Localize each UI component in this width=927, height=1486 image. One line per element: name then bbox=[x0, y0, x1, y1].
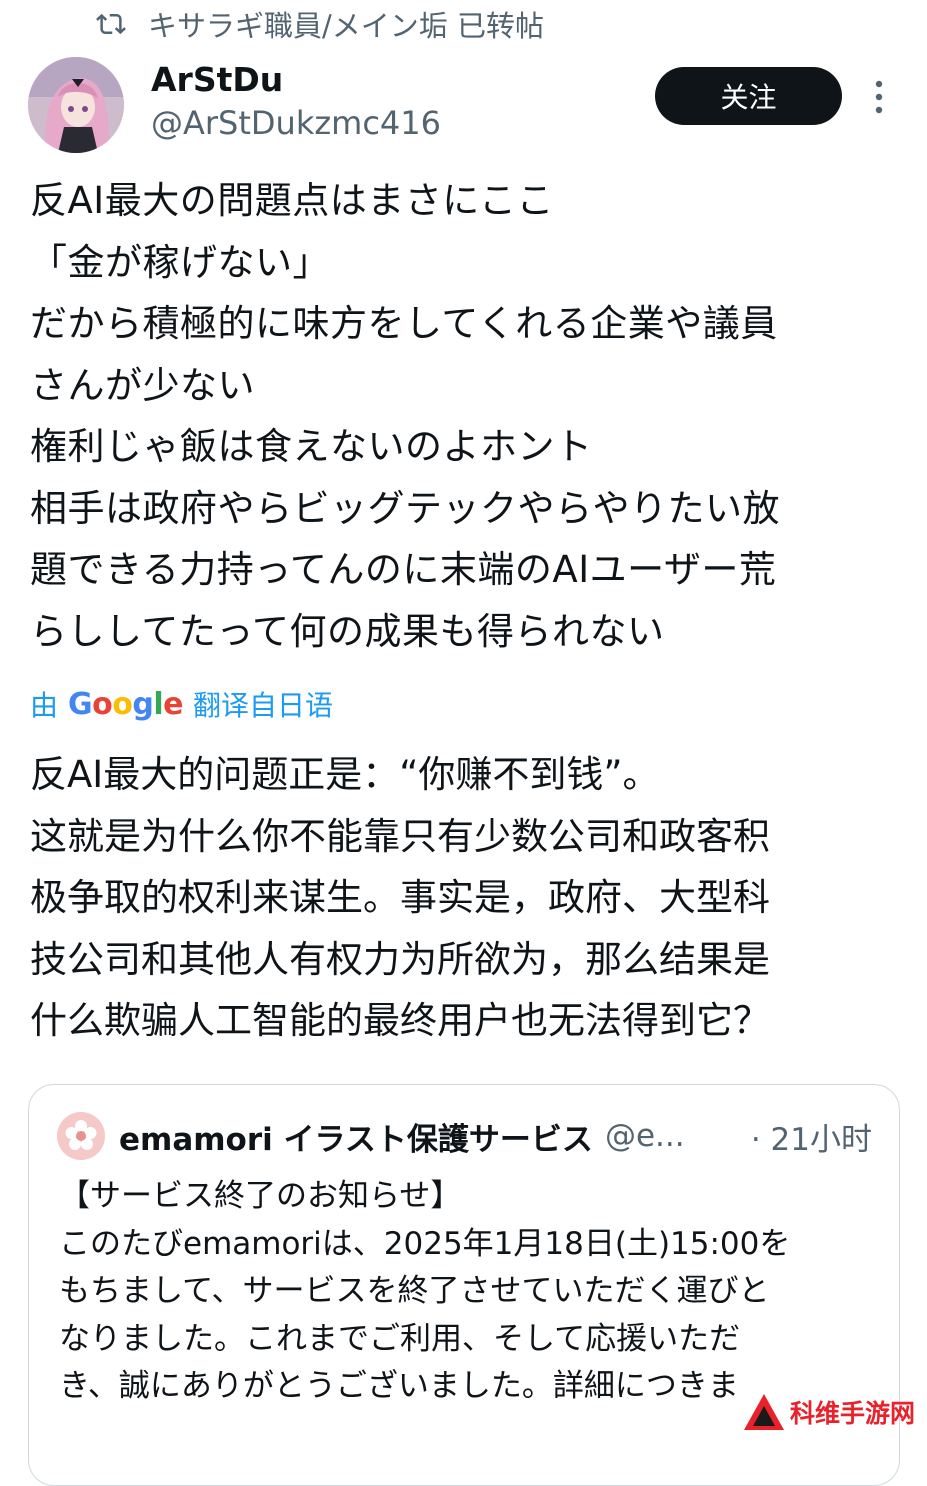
tweet-body: 反AI最大の問題点はまさにここ 「金が稼げない」 だから積極的に味方をしてくれる… bbox=[30, 170, 910, 662]
site-watermark: 科维手游网 bbox=[742, 1388, 927, 1435]
translated-body: 反AI最大的问题正是：“你赚不到钱”。 这就是为什么你不能靠只有少数公司和政客积… bbox=[30, 744, 910, 1052]
google-logo: Google bbox=[68, 686, 184, 722]
translation-attribution[interactable]: 由 Google 翻译自日语 bbox=[30, 682, 333, 726]
quoted-author-avatar[interactable] bbox=[57, 1112, 105, 1160]
quoted-line: なりました。これまでご利用、そして応援いただ bbox=[59, 1320, 741, 1357]
tweet-line: 題できる力持ってんのに末端のAIユーザー荒 bbox=[30, 548, 777, 591]
quoted-tweet-body: 【サービス終了のお知らせ】 このたびemamoriは、2025年1月18日(土)… bbox=[59, 1173, 879, 1411]
tweet-line: 相手は政府やらビッグテックやらやりたい放 bbox=[30, 486, 780, 530]
author-info[interactable]: ArStDu @ArStDukzmc416 bbox=[151, 58, 441, 144]
retweet-icon bbox=[96, 13, 126, 35]
quoted-author-handle: @e... bbox=[604, 1118, 685, 1154]
quoted-line: もちまして、サービスを終了させていただく運びと bbox=[59, 1273, 770, 1309]
tweet-line: らししてたって何の成果も得られない bbox=[30, 609, 665, 653]
translated-line: 反AI最大的问题正是：“你赚不到钱”。 bbox=[30, 753, 660, 796]
watermark-text: 科维手游网 bbox=[790, 1398, 916, 1428]
translated-line: 什么欺骗人工智能的最终用户也无法得到它？ bbox=[30, 999, 770, 1042]
follow-button[interactable]: 关注 bbox=[655, 67, 842, 125]
author-handle[interactable]: @ArStDukzmc416 bbox=[151, 102, 441, 144]
retweet-context[interactable]: キサラギ職員/メイン垢 已转帖 bbox=[96, 2, 544, 46]
quoted-line: 【サービス終了のお知らせ】 bbox=[59, 1178, 462, 1214]
watermark-logo-icon bbox=[744, 1393, 784, 1430]
quoted-tweet-header: emamori イラスト保護サービス @e... · 21小时 bbox=[57, 1111, 872, 1161]
quoted-line: このたびemamoriは、2025年1月18日(土)15:00を bbox=[59, 1225, 791, 1262]
author-display-name[interactable]: ArStDu bbox=[151, 58, 441, 102]
translation-suffix: 翻译自日语 bbox=[193, 689, 334, 722]
retweet-label: キサラギ職員/メイン垢 已转帖 bbox=[148, 9, 544, 43]
tweet-line: 権利じゃ飯は食えないのよホント bbox=[30, 425, 593, 468]
quoted-tweet-time: · 21小时 bbox=[750, 1121, 872, 1158]
tweet-line: だから積極的に味方をしてくれる企業や議員 bbox=[30, 302, 778, 345]
translated-line: 技公司和其他人有权力为所欲为，那么结果是 bbox=[30, 937, 770, 981]
translated-line: 这就是为什么你不能靠只有少数公司和政客积 bbox=[30, 814, 770, 858]
translated-line: 极争取的权利来谋生。事实是，政府、大型科 bbox=[30, 876, 770, 919]
translation-prefix: 由 bbox=[30, 689, 59, 722]
tweet-line: 「金が稼げない」 bbox=[30, 240, 330, 284]
avatar-illustration bbox=[28, 57, 124, 153]
tweet-line: 反AI最大の問題点はまさにここ bbox=[30, 179, 554, 222]
author-avatar[interactable] bbox=[28, 57, 124, 153]
quoted-author-name[interactable]: emamori イラスト保護サービス bbox=[119, 1114, 593, 1159]
more-options-icon[interactable] bbox=[866, 78, 892, 116]
tweet-line: さんが少ない bbox=[30, 363, 255, 407]
